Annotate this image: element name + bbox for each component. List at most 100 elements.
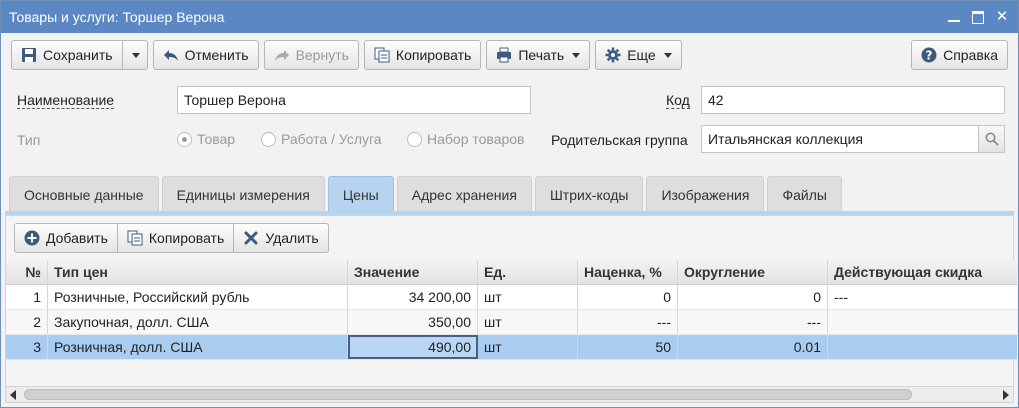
column-header[interactable]: Тип цен	[48, 260, 348, 284]
unit-cell[interactable]: шт	[478, 310, 578, 334]
unit-cell[interactable]: шт	[478, 285, 578, 309]
chevron-down-icon	[131, 52, 140, 58]
discount-cell[interactable]: ---	[828, 285, 1017, 309]
maximize-icon[interactable]	[970, 9, 986, 25]
copy-price-label: Копировать	[148, 230, 225, 246]
more-button[interactable]: Еще	[595, 40, 682, 70]
search-icon	[985, 132, 999, 146]
add-price-button[interactable]: Добавить	[14, 223, 118, 253]
table-header: № Тип цен Значение Ед. Наценка, % Округл…	[6, 260, 1017, 285]
delete-price-button[interactable]: Удалить	[234, 223, 329, 253]
help-label: Справка	[943, 47, 998, 63]
column-header[interactable]: Действующая скидка	[828, 260, 1017, 284]
help-button[interactable]: ? Справка	[911, 40, 1008, 70]
column-header[interactable]: №	[6, 260, 48, 284]
radio-unchecked-icon	[261, 131, 276, 147]
type-label: Тип	[17, 132, 41, 148]
markup-cell[interactable]: 0	[578, 285, 678, 309]
redo-label: Вернуть	[295, 47, 349, 63]
main-toolbar: Сохранить Отменить Вернуть Копировать Пе…	[1, 33, 1018, 77]
chevron-down-icon	[572, 52, 581, 58]
print-button[interactable]: Печать	[486, 40, 591, 70]
horizontal-scrollbar[interactable]	[6, 386, 1013, 402]
price-value-cell[interactable]: 350,00	[348, 310, 478, 334]
tab-images[interactable]: Изображения	[646, 176, 765, 212]
save-options-button[interactable]	[122, 40, 148, 70]
scrollbar-thumb[interactable]	[24, 389, 912, 400]
tab-bar: Основные данные Единицы измерения Цены А…	[9, 176, 842, 212]
undo-button[interactable]: Отменить	[152, 40, 259, 70]
add-icon	[24, 230, 40, 246]
parent-group-search-button[interactable]	[979, 125, 1005, 153]
copy-label: Копировать	[395, 47, 472, 63]
price-type-cell[interactable]: Закупочная, долл. США	[48, 310, 348, 334]
type-option-label: Набор товаров	[427, 131, 525, 147]
save-button[interactable]: Сохранить	[11, 40, 123, 70]
printer-icon	[497, 47, 512, 63]
column-header[interactable]: Округление	[678, 260, 828, 284]
copy-price-button[interactable]: Копировать	[117, 223, 235, 253]
title-bar: Товары и услуги: Торшер Верона ✕	[1, 1, 1018, 33]
prices-panel: Добавить Копировать Удалить № Тип цен Зн…	[5, 215, 1017, 403]
name-label: Наименование	[17, 92, 115, 109]
type-radio-kit[interactable]: Набор товаров	[407, 131, 525, 147]
code-label: Код	[666, 92, 690, 109]
product-form: Наименование Торшер Верона Код 42 Тип То…	[1, 77, 1018, 157]
discount-cell[interactable]	[828, 335, 1017, 359]
product-window: Товары и услуги: Торшер Верона ✕ Сохрани…	[0, 0, 1019, 408]
price-value-cell[interactable]: 490,00	[348, 335, 478, 359]
add-price-label: Добавить	[46, 230, 108, 246]
column-header[interactable]: Наценка, %	[578, 260, 678, 284]
minimize-icon[interactable]	[946, 9, 962, 25]
type-radio-service[interactable]: Работа / Услуга	[261, 131, 382, 147]
price-type-cell[interactable]: Розничная, долл. США	[48, 335, 348, 359]
more-label: Еще	[627, 47, 656, 63]
unit-cell[interactable]: шт	[478, 335, 578, 359]
copy-icon	[127, 230, 143, 246]
code-field[interactable]: 42	[701, 86, 1005, 114]
discount-cell[interactable]	[828, 310, 1017, 334]
tab-prices[interactable]: Цены	[327, 176, 394, 212]
table-row[interactable]: 1 Розничные, Российский рубль 34 200,00 …	[6, 285, 1017, 310]
undo-label: Отменить	[184, 47, 249, 63]
prices-toolbar: Добавить Копировать Удалить	[14, 223, 329, 253]
tab-storage-address[interactable]: Адрес хранения	[396, 176, 532, 212]
table-row-selected[interactable]: 3 Розничная, долл. США 490,00 шт 50 0.01	[6, 335, 1017, 360]
markup-cell[interactable]: 50	[578, 335, 678, 359]
type-option-label: Работа / Услуга	[281, 131, 382, 147]
radio-unchecked-icon	[407, 131, 422, 147]
name-field[interactable]: Торшер Верона	[177, 86, 531, 114]
column-header[interactable]: Ед.	[478, 260, 578, 284]
tab-units[interactable]: Единицы измерения	[161, 176, 325, 212]
row-number-cell: 1	[6, 285, 48, 309]
gear-icon	[605, 47, 621, 63]
type-option-label: Товар	[197, 131, 236, 147]
tab-main-data[interactable]: Основные данные	[9, 176, 159, 212]
price-value-cell[interactable]: 34 200,00	[348, 285, 478, 309]
copy-button[interactable]: Копировать	[363, 40, 482, 70]
undo-icon	[163, 50, 178, 61]
type-radio-goods[interactable]: Товар	[177, 131, 235, 147]
column-header[interactable]: Значение	[348, 260, 478, 284]
redo-button[interactable]: Вернуть	[263, 40, 359, 70]
parent-group-field[interactable]: Итальянская коллекция	[701, 125, 979, 153]
tab-files[interactable]: Файлы	[767, 176, 842, 212]
rounding-cell[interactable]: ---	[678, 310, 828, 334]
tab-barcodes[interactable]: Штрих-коды	[534, 176, 644, 212]
chevron-down-icon	[663, 52, 672, 58]
close-icon[interactable]: ✕	[994, 9, 1010, 25]
table-row[interactable]: 2 Закупочная, долл. США 350,00 шт --- --…	[6, 310, 1017, 335]
svg-text:?: ?	[926, 49, 933, 63]
radio-checked-icon	[177, 131, 192, 147]
rounding-cell[interactable]: 0.01	[678, 335, 828, 359]
markup-cell[interactable]: ---	[578, 310, 678, 334]
save-label: Сохранить	[43, 47, 113, 63]
price-type-cell[interactable]: Розничные, Российский рубль	[48, 285, 348, 309]
rounding-cell[interactable]: 0	[678, 285, 828, 309]
save-icon	[22, 48, 36, 62]
delete-price-label: Удалить	[265, 230, 319, 246]
row-number-cell: 2	[6, 310, 48, 334]
scroll-right-icon[interactable]	[1003, 390, 1009, 400]
scroll-left-icon[interactable]	[10, 390, 16, 400]
print-label: Печать	[518, 47, 565, 63]
